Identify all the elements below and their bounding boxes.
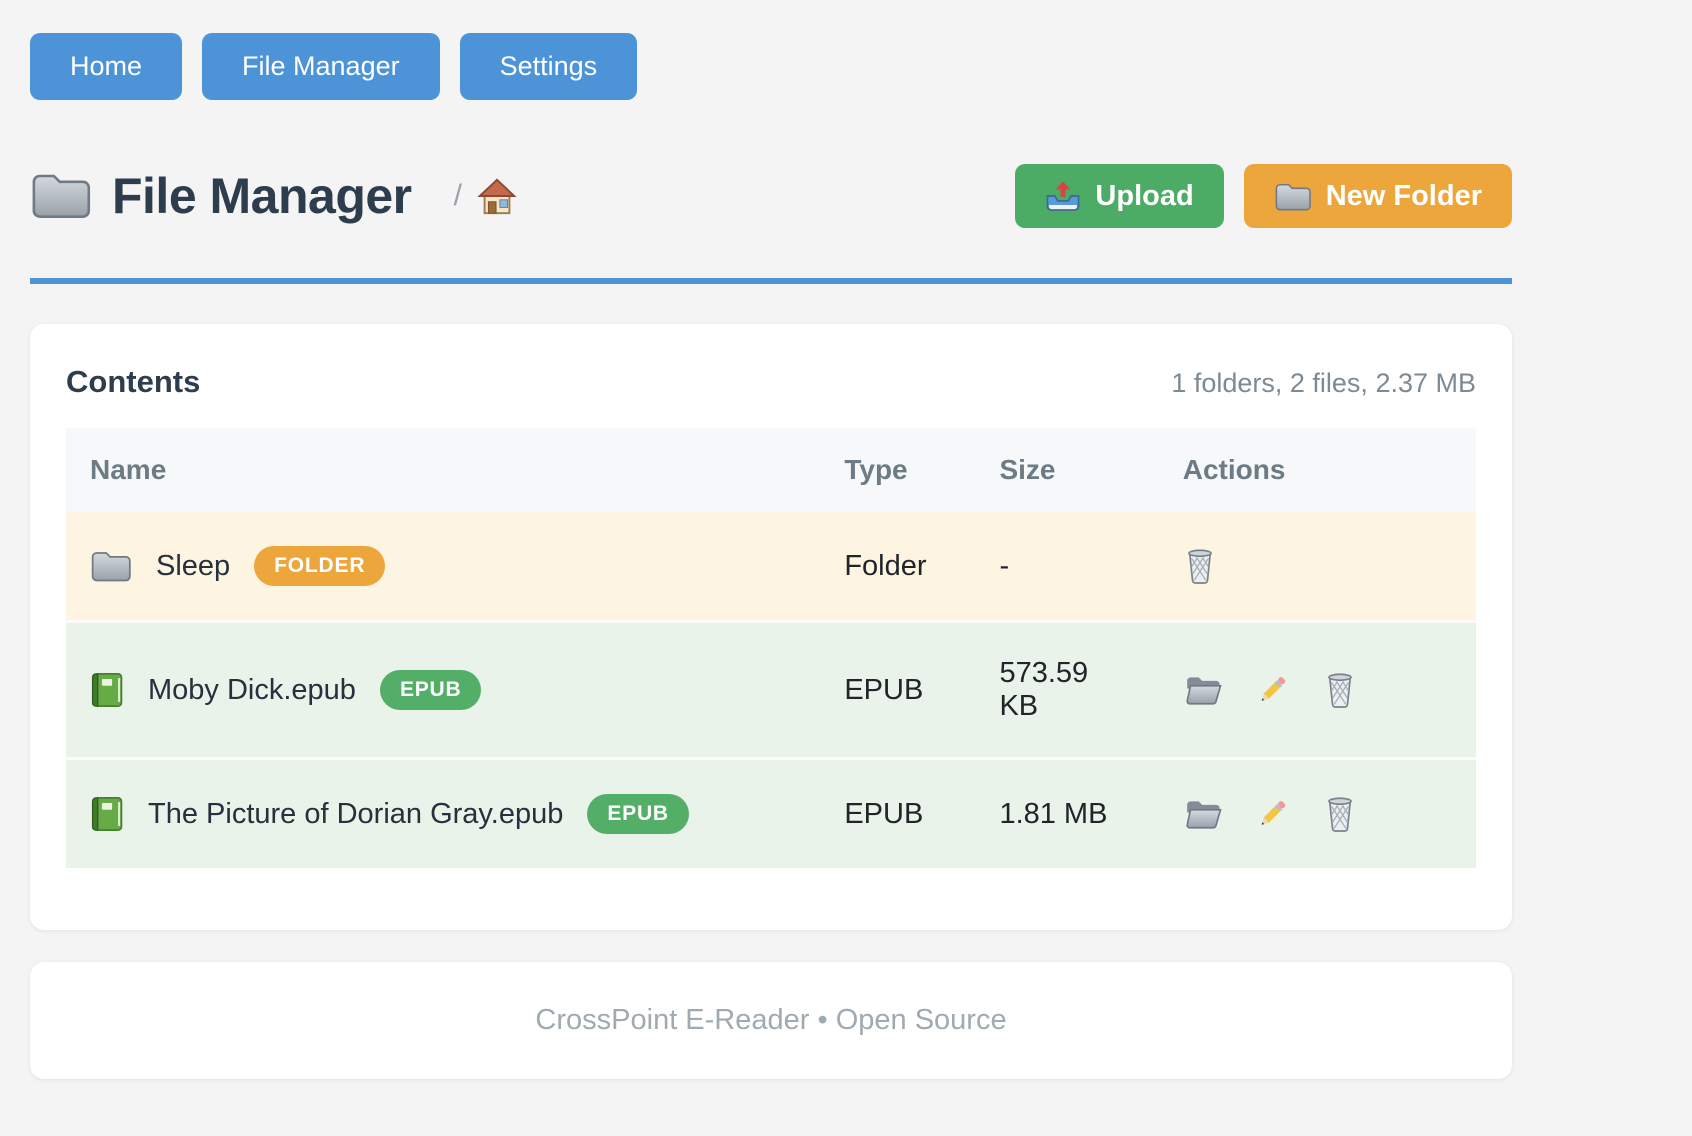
page-container: Home File Manager Settings File Manager …	[30, 0, 1512, 1079]
name-cell: The Picture of Dorian Gray.epub EPUB	[90, 794, 796, 834]
column-header-size: Size	[975, 428, 1158, 512]
rename-button[interactable]	[1255, 672, 1291, 708]
move-button[interactable]	[1183, 797, 1223, 831]
actions-cell	[1183, 547, 1452, 585]
header-divider	[30, 278, 1512, 284]
pencil-icon	[1255, 806, 1291, 821]
nav-home-button[interactable]: Home	[30, 33, 182, 100]
footer-card: CrossPoint E-Reader • Open Source	[30, 962, 1512, 1079]
table-row: Sleep FOLDER Folder -	[66, 512, 1476, 622]
title-wrap: File Manager /	[30, 167, 518, 225]
name-cell: Moby Dick.epub EPUB	[90, 670, 796, 710]
trash-icon	[1323, 682, 1357, 697]
type-cell: EPUB	[820, 622, 975, 759]
open-folder-icon	[1183, 682, 1223, 697]
folder-icon	[1274, 180, 1312, 213]
delete-button[interactable]	[1323, 795, 1357, 833]
house-icon[interactable]	[476, 175, 518, 217]
rename-button[interactable]	[1255, 796, 1291, 832]
outbox-tray-icon	[1045, 179, 1081, 213]
top-nav: Home File Manager Settings	[30, 0, 1512, 100]
contents-summary: 1 folders, 2 files, 2.37 MB	[1171, 368, 1476, 399]
files-table: Name Type Size Actions	[66, 428, 1476, 868]
column-header-name: Name	[66, 428, 820, 512]
table-row: The Picture of Dorian Gray.epub EPUB EPU…	[66, 759, 1476, 869]
delete-button[interactable]	[1323, 671, 1357, 709]
nav-file-manager-button[interactable]: File Manager	[202, 33, 440, 100]
folder-icon	[30, 170, 92, 222]
name-cell: Sleep FOLDER	[90, 546, 796, 586]
table-header-row: Name Type Size Actions	[66, 428, 1476, 512]
green-book-icon	[90, 795, 124, 833]
move-button[interactable]	[1183, 673, 1223, 707]
nav-settings-button[interactable]: Settings	[460, 33, 638, 100]
header-buttons: Upload New Folder	[1015, 164, 1512, 228]
size-cell: -	[975, 512, 1158, 622]
type-badge: EPUB	[380, 670, 482, 710]
open-folder-icon	[1183, 806, 1223, 821]
pencil-icon	[1255, 682, 1291, 697]
breadcrumb: /	[454, 175, 518, 217]
new-folder-button[interactable]: New Folder	[1244, 164, 1512, 228]
footer-text: CrossPoint E-Reader • Open Source	[535, 1004, 1006, 1036]
green-book-icon	[90, 671, 124, 709]
actions-cell	[1183, 795, 1452, 833]
size-cell: 573.59 KB	[975, 622, 1158, 759]
contents-card: Contents 1 folders, 2 files, 2.37 MB Nam…	[30, 324, 1512, 930]
actions-cell	[1183, 671, 1452, 709]
page-header: File Manager /	[30, 164, 1512, 228]
item-name: Sleep	[156, 550, 230, 583]
delete-button[interactable]	[1183, 547, 1217, 585]
trash-icon	[1183, 558, 1217, 573]
item-name: The Picture of Dorian Gray.epub	[148, 798, 563, 831]
folder-icon	[90, 549, 132, 584]
contents-card-header: Contents 1 folders, 2 files, 2.37 MB	[66, 364, 1476, 400]
upload-button-label: Upload	[1095, 180, 1193, 213]
upload-button[interactable]: Upload	[1015, 164, 1223, 228]
type-cell: Folder	[820, 512, 975, 622]
contents-title: Contents	[66, 364, 200, 400]
trash-icon	[1323, 806, 1357, 821]
size-cell: 1.81 MB	[975, 759, 1158, 869]
type-cell: EPUB	[820, 759, 975, 869]
item-name: Moby Dick.epub	[148, 674, 356, 707]
page-title: File Manager	[112, 167, 412, 225]
type-badge: FOLDER	[254, 546, 385, 586]
table-row: Moby Dick.epub EPUB EPUB 573.59 KB	[66, 622, 1476, 759]
new-folder-button-label: New Folder	[1326, 180, 1482, 213]
breadcrumb-separator: /	[454, 179, 462, 213]
column-header-actions: Actions	[1159, 428, 1476, 512]
column-header-type: Type	[820, 428, 975, 512]
type-badge: EPUB	[587, 794, 689, 834]
